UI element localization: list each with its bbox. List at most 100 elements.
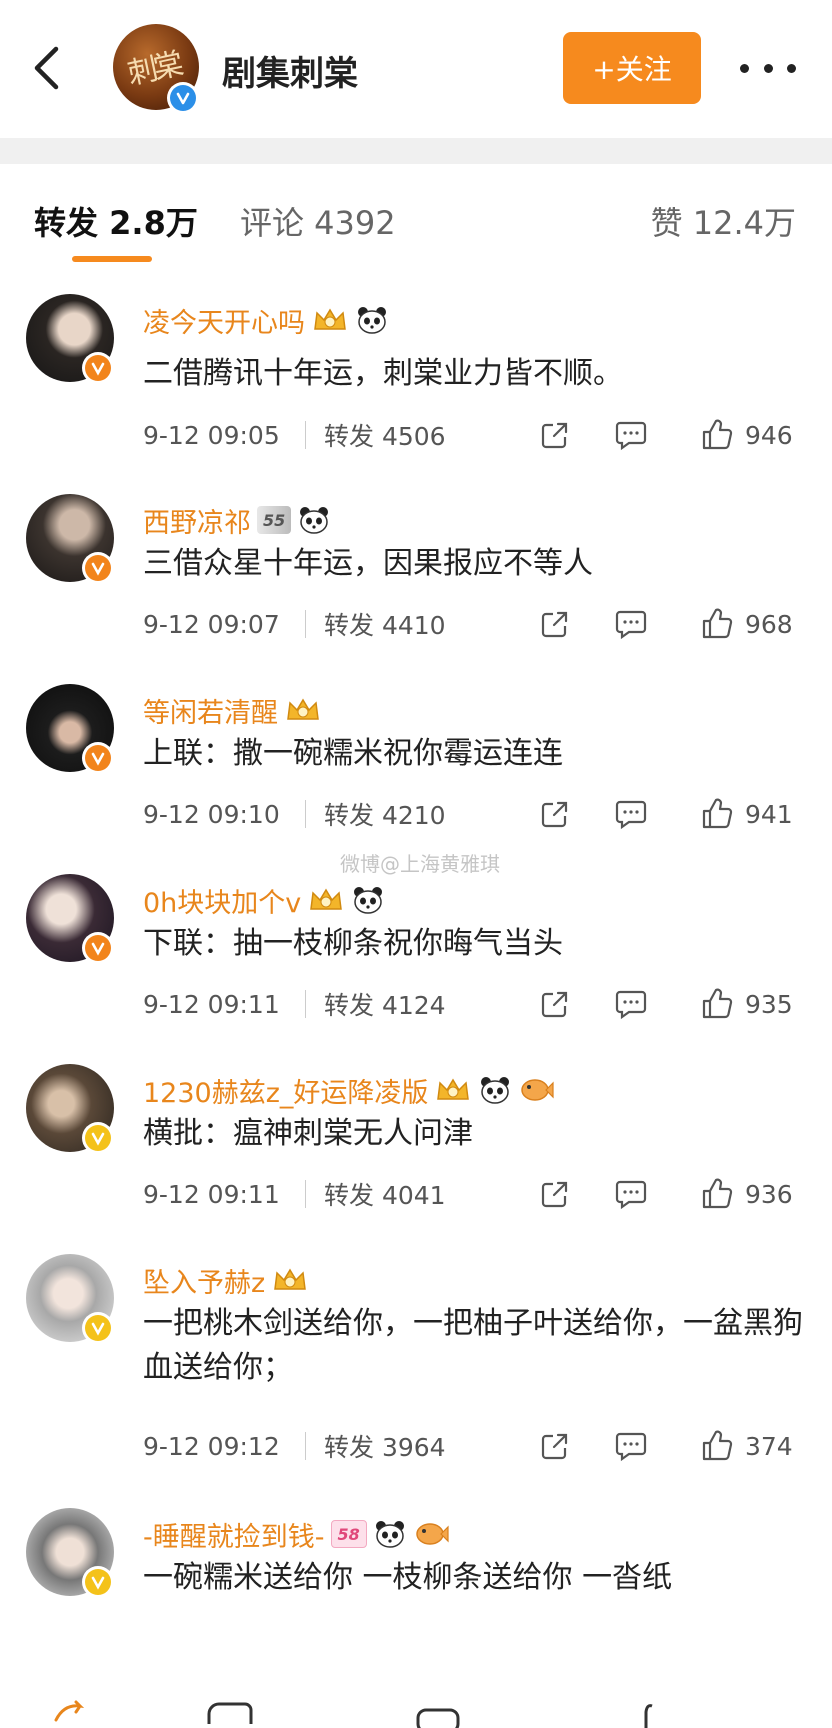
username[interactable]: 0h块块加个v [143,881,301,920]
username[interactable]: 等闲若清醒 [143,691,278,730]
verified-badge [167,82,199,114]
account-name[interactable]: 剧集刺棠 [222,46,358,95]
comment-icon[interactable] [613,798,649,830]
repost-text: 三借众星十年运，因果报应不等人 [143,546,593,581]
divider [305,421,306,449]
panda-icon [375,1521,404,1548]
username[interactable]: 西野凉祁 [143,501,251,540]
like-count: 946 [745,420,793,450]
timestamp: 9-12 09:11 [143,989,280,1019]
divider [305,1180,306,1208]
repost-count: 转发 3964 [324,1433,446,1462]
share-icon[interactable] [537,988,573,1020]
username[interactable]: 坠入予赫z [143,1261,265,1300]
username[interactable]: -睡醒就捡到钱- [143,1515,325,1554]
list-item: 1230赫兹z_好运降凌版 横批：瘟神刺棠无人问津 9-12 09:11 转发 … [0,1050,832,1240]
like-icon[interactable] [699,797,735,831]
crown-icon [437,1078,470,1100]
comment-icon[interactable] [613,1178,649,1210]
repost-count: 转发 4210 [324,801,446,830]
list-item: 坠入予赫z 一把桃木剑送给你，一把柚子叶送给你，一盆黑狗血送给你； 9-12 0… [0,1240,832,1494]
comment-icon[interactable] [613,1430,649,1462]
level-medal: 58 [330,1520,367,1548]
verified-icon [91,752,105,766]
watermark: 微博@上海黄雅琪 [340,852,500,876]
follow-button[interactable]: +关注 [563,32,701,104]
share-icon[interactable] [537,608,573,640]
like-count: 935 [745,989,793,1019]
like-icon[interactable] [699,418,735,452]
repost-text: 上联：撒一碗糯米祝你霉运连连 [143,736,563,771]
share-icon[interactable] [537,419,573,451]
repost-count: 转发 4124 [324,991,446,1020]
message-icon[interactable] [415,1700,461,1728]
divider [305,610,306,638]
repost-count: 转发 4041 [324,1181,446,1210]
verified-icon [91,1132,105,1146]
list-item: 等闲若清醒 上联：撒一碗糯米祝你霉运连连 9-12 09:10 转发 4210 … [0,670,832,860]
tab-comment[interactable]: 评论 4392 [240,198,396,244]
list-item: 凌今天开心吗 二借腾讯十年运，刺棠业力皆不顺。 9-12 09:05 转发 45… [0,272,832,480]
username[interactable]: 1230赫兹z_好运降凌版 [143,1071,428,1110]
top-header: 刺棠 剧集刺棠 +关注 [0,0,832,135]
comment-icon[interactable] [613,608,649,640]
like-icon[interactable] [699,1177,735,1211]
share-icon[interactable] [537,798,573,830]
username[interactable]: 凌今天开心吗 [143,301,305,340]
active-tab-indicator [72,256,152,262]
verified-icon [91,362,105,376]
timestamp: 9-12 09:10 [143,799,280,829]
verified-icon [91,1576,105,1590]
panda-icon [481,1077,510,1104]
crown-icon [287,698,319,720]
repost-icon[interactable] [50,1700,94,1728]
more-icon[interactable] [740,52,796,84]
bottom-bar [0,1700,832,1728]
comment-icon[interactable] [613,988,649,1020]
level-medal: 55 [257,506,292,534]
verified-badge [82,1312,114,1344]
divider-band [0,138,832,164]
fish-icon [416,1523,449,1545]
like-count: 374 [745,1431,793,1461]
verified-icon [91,942,105,956]
crown-icon [310,888,343,910]
timestamp: 9-12 09:07 [143,609,280,639]
panda-icon [354,887,383,914]
list-item: 西野凉祁 55 三借众星十年运，因果报应不等人 9-12 09:07 转发 44… [0,480,832,670]
tab-like[interactable]: 赞 12.4万 [651,198,796,244]
share-icon[interactable] [537,1430,573,1462]
comment-icon[interactable] [205,1700,255,1728]
share-icon[interactable] [537,1178,573,1210]
like-count: 936 [745,1179,793,1209]
repost-text: 一碗糯米送给你 一枝柳条送给你 一沓纸 [143,1560,673,1595]
repost-text: 一把桃木剑送给你，一把柚子叶送给你，一盆黑狗血送给你； [143,1306,803,1385]
like-icon[interactable] [699,607,735,641]
repost-text: 横批：瘟神刺棠无人问津 [143,1116,473,1151]
back-arrow-icon [34,46,59,90]
like-icon[interactable] [628,1700,664,1728]
verified-badge [82,932,114,964]
verified-icon [91,562,105,576]
repost-text: 下联：抽一枝柳条祝你晦气当头 [143,926,563,961]
like-icon[interactable] [699,1429,735,1463]
repost-list: 凌今天开心吗 二借腾讯十年运，刺棠业力皆不顺。 9-12 09:05 转发 45… [0,272,832,1634]
divider [305,800,306,828]
timestamp: 9-12 09:05 [143,420,280,450]
verified-badge [82,1566,114,1598]
verified-icon [176,92,190,105]
comment-icon[interactable] [613,419,649,451]
list-item: 0h块块加个v 下联：抽一枝柳条祝你晦气当头 9-12 09:11 转发 412… [0,860,832,1050]
crown-icon [274,1268,307,1290]
back-button[interactable] [24,38,68,98]
repost-count: 转发 4506 [324,422,446,451]
verified-icon [91,1322,105,1336]
divider [305,990,306,1018]
panda-icon [358,307,386,334]
timestamp: 9-12 09:12 [143,1431,280,1461]
interaction-tabs: 转发 2.8万 评论 4392 赞 12.4万 [0,164,832,272]
like-count: 941 [745,799,793,829]
like-icon[interactable] [699,987,735,1021]
tab-repost[interactable]: 转发 2.8万 [34,198,198,244]
verified-badge [82,1122,114,1154]
